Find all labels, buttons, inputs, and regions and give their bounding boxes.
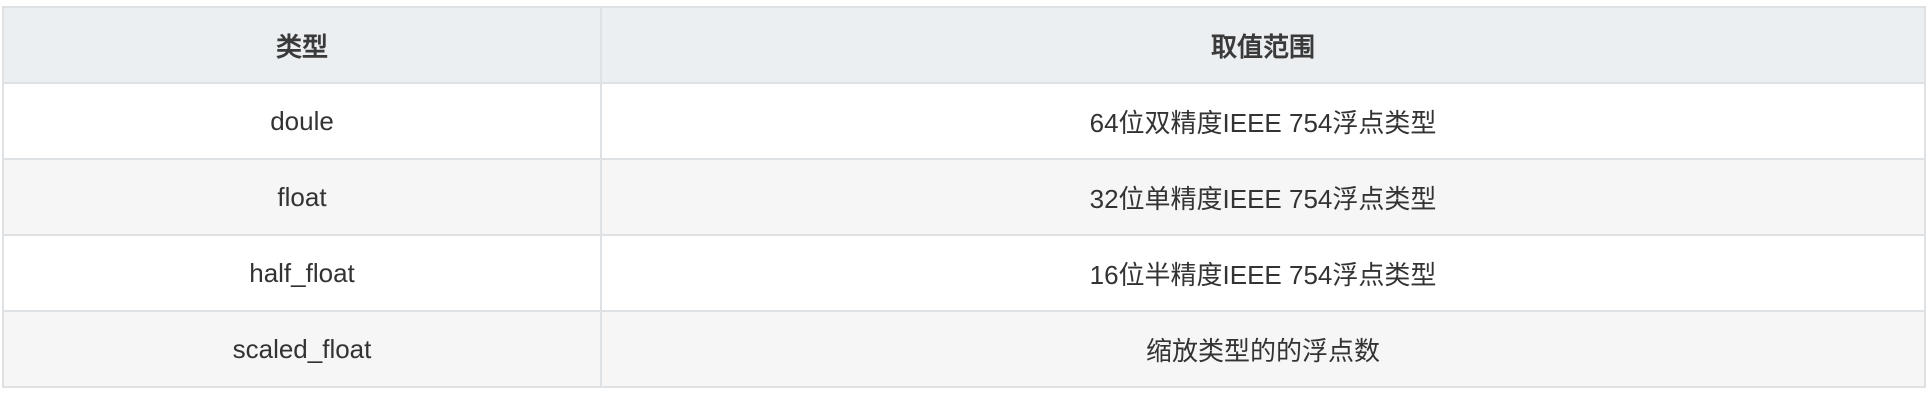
- table-row: half_float 16位半精度IEEE 754浮点类型: [2, 234, 1926, 312]
- table-row: float 32位单精度IEEE 754浮点类型: [2, 158, 1926, 236]
- table-row: scaled_float 缩放类型的的浮点数: [2, 310, 1926, 388]
- cell-type: float: [2, 158, 602, 236]
- table-body: doule 64位双精度IEEE 754浮点类型 float 32位单精度IEE…: [2, 82, 1926, 388]
- cell-value-range: 32位单精度IEEE 754浮点类型: [600, 158, 1926, 236]
- cell-value-range: 16位半精度IEEE 754浮点类型: [600, 234, 1926, 312]
- table-row: doule 64位双精度IEEE 754浮点类型: [2, 82, 1926, 160]
- cell-type: half_float: [2, 234, 602, 312]
- table-header: 类型 取值范围: [2, 6, 1926, 84]
- cell-value-range: 缩放类型的的浮点数: [600, 310, 1926, 388]
- cell-value-range: 64位双精度IEEE 754浮点类型: [600, 82, 1926, 160]
- float-types-table: 类型 取值范围 doule 64位双精度IEEE 754浮点类型 float 3…: [2, 6, 1926, 388]
- cell-type: doule: [2, 82, 602, 160]
- header-type: 类型: [2, 6, 602, 84]
- cell-type: scaled_float: [2, 310, 602, 388]
- header-value-range: 取值范围: [600, 6, 1926, 84]
- header-row: 类型 取值范围: [2, 6, 1926, 84]
- table-container: 类型 取值范围 doule 64位双精度IEEE 754浮点类型 float 3…: [0, 0, 1926, 388]
